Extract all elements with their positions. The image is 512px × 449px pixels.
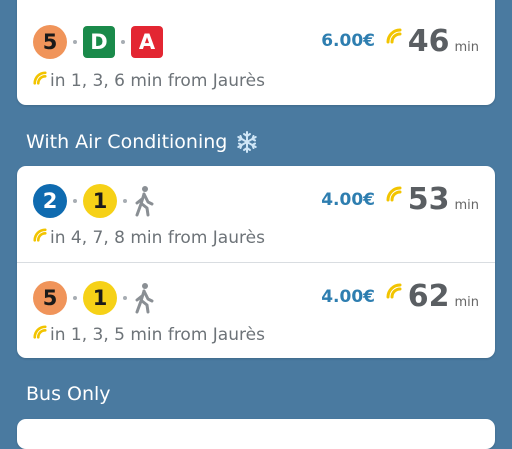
next-departures-text: in 1, 3, 6 min from Jaurès [50,71,265,91]
separator-dot [73,199,77,203]
line-badge: 5 [33,25,67,59]
route-row[interactable]: 5 D A 6.00€ 46 min in 1, 3, 6 min from J… [17,0,495,105]
duration-unit: min [454,40,479,55]
realtime-icon [386,28,402,44]
route-duration: 62 min [386,279,479,314]
route-duration: 53 min [386,182,479,217]
route-lines: 2 1 [33,184,155,218]
realtime-icon [386,283,402,299]
next-departures: in 1, 3, 6 min from Jaurès [33,71,265,91]
realtime-icon [33,71,47,85]
line-badge: 2 [33,184,67,218]
route-lines: 5 1 [33,281,155,315]
duration-unit: min [454,295,479,310]
next-departures-text: in 1, 3, 5 min from Jaurès [50,325,265,345]
route-row[interactable]: 2 1 4.00€ 53 min in 4, 7, 8 min from Jau… [17,166,495,262]
realtime-icon [33,228,47,242]
route-card [17,419,495,449]
separator-dot [123,199,127,203]
route-row[interactable]: 5 1 4.00€ 62 min in 1, 3, 5 min from Jau… [17,262,495,358]
duration-value: 46 [407,24,450,59]
route-card: 5 D A 6.00€ 46 min in 1, 3, 6 min from J… [17,0,495,105]
walk-icon [135,186,154,217]
route-price: 6.00€ [321,31,375,51]
route-price: 4.00€ [321,190,375,210]
walk-icon [135,283,154,314]
duration-value: 53 [407,182,450,217]
separator-dot [121,40,125,44]
line-badge: A [131,26,163,58]
route-card: 2 1 4.00€ 53 min in 4, 7, 8 min from Jau… [17,166,495,358]
realtime-icon [386,186,402,202]
separator-dot [123,296,127,300]
section-title: Bus Only [26,383,111,405]
line-badge: 1 [83,184,117,218]
separator-dot [73,40,77,44]
route-duration: 46 min [386,24,479,59]
section-title: With Air Conditioning [26,131,228,153]
section-header: Bus Only [26,383,111,405]
next-departures: in 1, 3, 5 min from Jaurès [33,325,265,345]
duration-value: 62 [407,279,450,314]
duration-unit: min [454,198,479,213]
line-badge: D [83,26,115,58]
realtime-icon [33,325,47,339]
separator-dot [73,296,77,300]
section-header: With Air Conditioning [26,130,259,154]
route-lines: 5 D A [33,25,163,59]
line-badge: 5 [33,281,67,315]
snowflake-icon [237,131,258,153]
next-departures-text: in 4, 7, 8 min from Jaurès [50,228,265,248]
line-badge: 1 [83,281,117,315]
route-price: 4.00€ [321,287,375,307]
next-departures: in 4, 7, 8 min from Jaurès [33,228,265,248]
